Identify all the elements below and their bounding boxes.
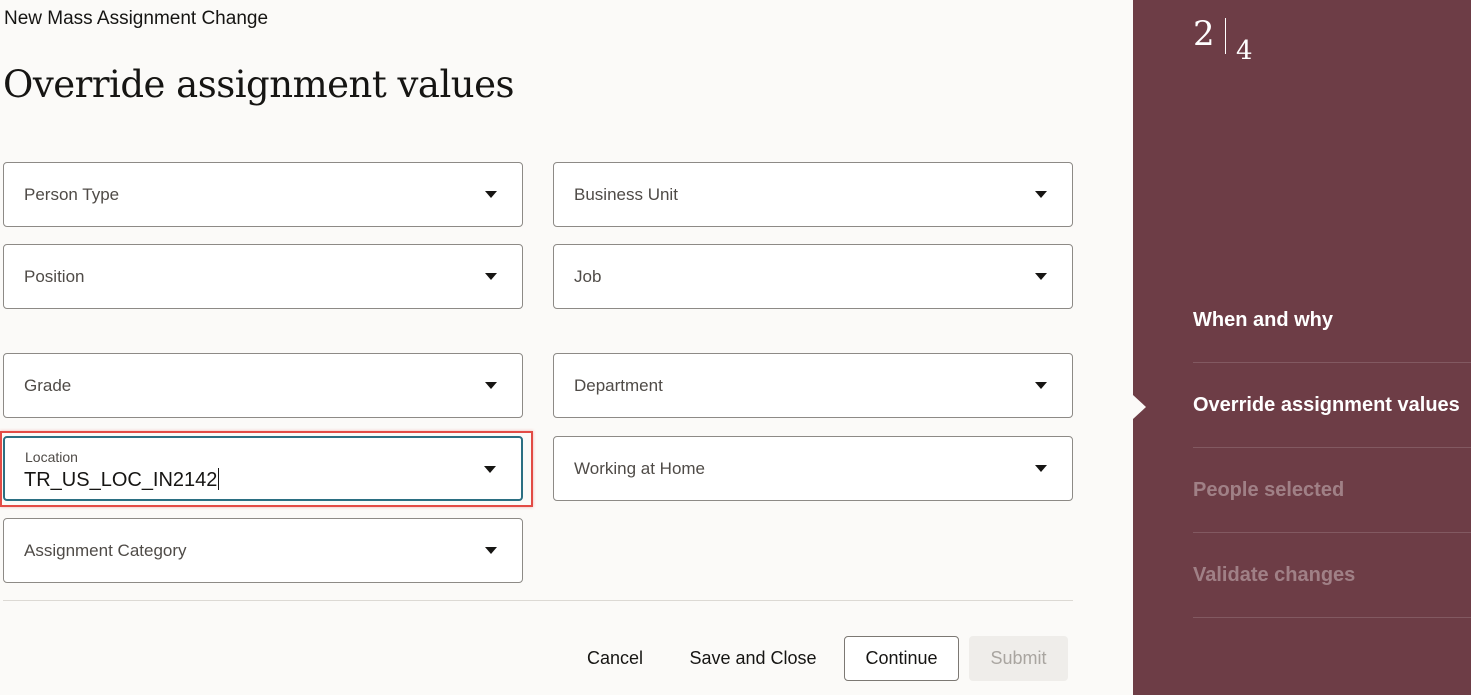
person-type-select[interactable]: Person Type	[3, 162, 523, 227]
continue-button[interactable]: Continue	[844, 636, 959, 681]
cancel-button[interactable]: Cancel	[572, 636, 658, 681]
current-step-pointer-icon	[1133, 395, 1146, 419]
job-select[interactable]: Job	[553, 244, 1073, 309]
chevron-down-icon[interactable]	[484, 466, 496, 473]
footer-divider	[3, 600, 1073, 601]
step-people-selected: People selected	[1193, 448, 1471, 533]
chevron-down-icon[interactable]	[485, 547, 497, 554]
page-title: Override assignment values	[3, 63, 515, 106]
chevron-down-icon[interactable]	[1035, 382, 1047, 389]
step-validate-changes: Validate changes	[1193, 533, 1471, 618]
business-unit-label: Business Unit	[574, 185, 678, 204]
business-unit-select[interactable]: Business Unit	[553, 162, 1073, 227]
department-label: Department	[574, 376, 663, 395]
person-type-label: Person Type	[24, 185, 120, 204]
step-total-number: 4	[1236, 36, 1253, 66]
assignment-category-select[interactable]: Assignment Category	[3, 518, 523, 583]
position-select[interactable]: Position	[3, 244, 523, 309]
chevron-down-icon[interactable]	[1035, 191, 1047, 198]
job-label: Job	[574, 267, 602, 286]
grade-label: Grade	[24, 376, 72, 395]
step-list: When and why Override assignment values …	[1193, 278, 1471, 618]
working-at-home-label: Working at Home	[574, 459, 706, 478]
step-override-assignment-values[interactable]: Override assignment values	[1193, 363, 1471, 448]
working-at-home-select[interactable]: Working at Home	[553, 436, 1073, 501]
location-label: Location	[25, 449, 78, 465]
chevron-down-icon[interactable]	[1035, 465, 1047, 472]
progress-sidebar: 2 4 When and why Override assignment val…	[1133, 0, 1471, 695]
chevron-down-icon[interactable]	[485, 382, 497, 389]
step-when-and-why[interactable]: When and why	[1193, 278, 1471, 363]
grade-select[interactable]: Grade	[3, 353, 523, 418]
chevron-down-icon[interactable]	[485, 273, 497, 280]
chevron-down-icon[interactable]	[1035, 273, 1047, 280]
assignment-category-label: Assignment Category	[24, 541, 187, 560]
step-separator	[1225, 18, 1226, 54]
location-select[interactable]: Location TR_US_LOC_IN2142	[3, 436, 523, 501]
position-label: Position	[24, 267, 85, 286]
page-header-title: New Mass Assignment Change	[4, 8, 269, 29]
chevron-down-icon[interactable]	[485, 191, 497, 198]
save-and-close-button[interactable]: Save and Close	[678, 636, 828, 681]
department-select[interactable]: Department	[553, 353, 1073, 418]
text-cursor	[218, 468, 220, 490]
step-current-number: 2	[1193, 14, 1215, 54]
submit-button: Submit	[969, 636, 1068, 681]
location-value-wrapper[interactable]: TR_US_LOC_IN2142	[24, 468, 220, 492]
location-value[interactable]: TR_US_LOC_IN2142	[24, 469, 217, 491]
